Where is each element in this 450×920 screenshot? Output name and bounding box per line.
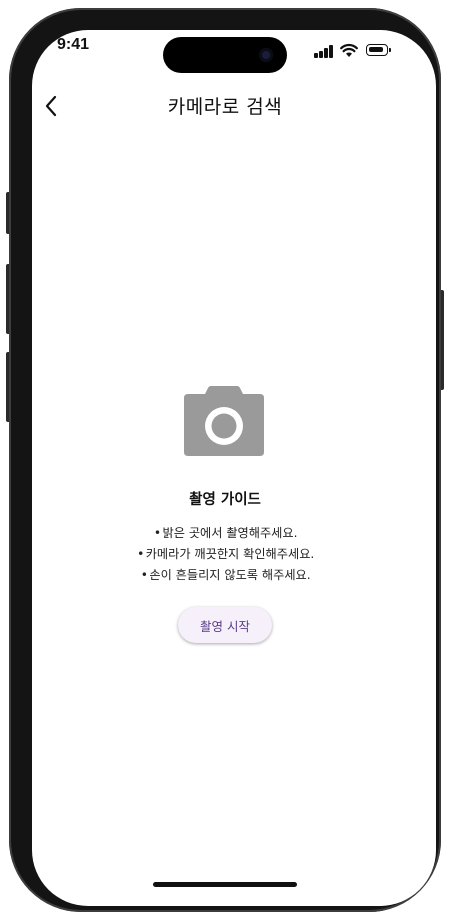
home-indicator[interactable] <box>153 882 297 887</box>
guide-item: •밝은 곳에서 촬영해주세요. <box>153 526 298 540</box>
status-time: 9:41 <box>57 36 90 53</box>
guide-list: •밝은 곳에서 촬영해주세요. •카메라가 깨끗한지 확인해주세요. •손이 흔… <box>0 523 450 586</box>
battery-icon <box>366 44 392 57</box>
device-mockup: 9:41 카메라로 검색 촬영 가이드 •밝은 곳에서 촬영해주세요. •카메라… <box>0 0 450 920</box>
camera-icon <box>184 386 264 456</box>
wifi-icon <box>340 42 358 58</box>
battery-level <box>369 47 383 52</box>
screen <box>32 30 436 906</box>
back-button[interactable] <box>38 92 64 120</box>
guide-item: •카메라가 깨끗한지 확인해주세요. <box>137 547 315 561</box>
guide-item: •손이 흔들리지 않도록 해주세요. <box>140 568 311 582</box>
phone-frame <box>9 8 441 912</box>
page-title: 카메라로 검색 <box>167 96 283 118</box>
guide-title: 촬영 가이드 <box>189 492 261 508</box>
start-capture-button[interactable]: 촬영 시작 <box>178 607 272 643</box>
front-camera-icon <box>259 48 273 62</box>
dynamic-island <box>163 37 287 73</box>
signal-icon <box>314 44 334 58</box>
chevron-left-icon <box>45 95 57 117</box>
